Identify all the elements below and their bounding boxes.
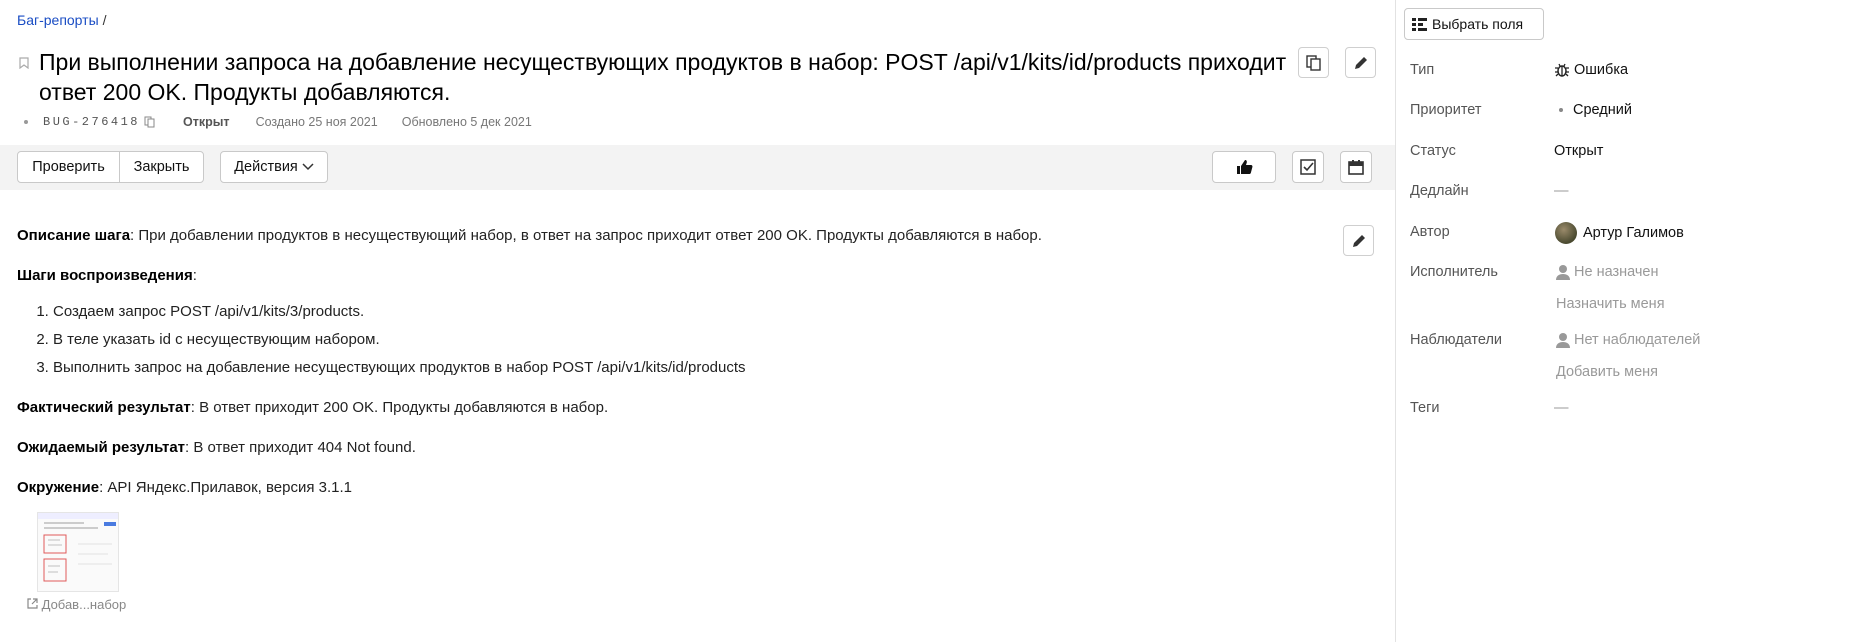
chevron-down-icon [302,163,314,171]
user-icon [1556,265,1570,280]
watchers-value[interactable]: Нет наблюдателей [1556,332,1700,348]
list-item: Выполнить запрос на добавление несуществ… [53,358,1347,378]
actual-text: : В ответ приходит 200 OK. Продукты доба… [190,399,609,416]
list-item: В теле указать id с несуществующим набор… [53,330,1347,350]
copy-key-icon[interactable] [144,116,155,128]
tags-label: Теги [1410,400,1440,416]
assignee-label: Исполнитель [1410,264,1498,280]
issue-meta: BUG-276418 Открыт Создано 25 ноя 2021 Об… [24,115,532,129]
type-text: Ошибка [1574,62,1629,78]
repro-steps: Создаем запрос POST /api/v1/kits/3/produ… [37,302,1347,378]
step-label: Описание шага [17,227,131,244]
external-link-icon [27,598,38,609]
repro-label: Шаги воспроизведения [17,267,193,284]
issue-main: Баг-репорты / При выполнении запроса на д… [0,0,1395,642]
step-description: Описание шага: При добавлении продуктов … [17,226,1347,246]
env-text: : API Яндекс.Прилавок, версия 3.1.1 [99,479,353,496]
checkbox-icon [1300,159,1316,175]
calendar-button[interactable] [1340,151,1372,183]
actual-result: Фактический результат: В ответ приходит … [17,398,1347,418]
repro-heading: Шаги воспроизведения: [17,266,1347,286]
breadcrumb-separator: / [102,12,107,28]
status-label: Статус [1410,143,1456,159]
pencil-icon [1352,234,1365,247]
copy-link-button[interactable] [1298,47,1329,78]
priority-text: Средний [1573,102,1632,118]
priority-dot-icon [1559,108,1563,112]
updated-date: Обновлено 5 дек 2021 [401,115,532,129]
fields-icon [1412,17,1427,31]
author-label: Автор [1410,224,1450,240]
like-button[interactable] [1212,151,1276,183]
priority-value[interactable]: Средний [1554,102,1632,118]
type-label: Тип [1410,62,1435,78]
author-value[interactable]: Артур Галимов [1555,222,1684,244]
actual-label: Фактический результат [17,399,191,416]
assignee-text: Не назначен [1574,264,1659,280]
close-button[interactable]: Закрыть [119,151,204,183]
breadcrumb: Баг-репорты / [17,12,107,28]
step-text: : При добавлении продуктов в несуществую… [130,227,1042,244]
priority-label: Приоритет [1410,102,1482,118]
meta-dot [24,120,28,124]
checklist-button[interactable] [1292,151,1324,183]
actions-label: Действия [234,159,298,175]
issue-key: BUG-276418 [43,115,141,129]
action-toolbar: Проверить Закрыть Действия [0,145,1395,190]
copy-icon [1306,54,1321,71]
created-date: Создано 25 ноя 2021 [255,115,378,129]
type-value[interactable]: Ошибка [1554,62,1628,78]
bookmark-icon[interactable] [19,57,29,69]
tags-value[interactable]: — [1554,400,1569,416]
deadline-label: Дедлайн [1410,183,1469,199]
edit-title-button[interactable] [1345,47,1376,78]
attachment-thumbnail[interactable] [37,512,119,592]
env-label: Окружение [17,479,100,496]
choose-fields-button[interactable]: Выбрать поля [1404,8,1544,40]
pencil-icon [1354,56,1367,69]
deadline-value[interactable]: — [1554,183,1569,199]
page-title: При выполнении запроса на добавление нес… [39,49,1287,105]
repro-suffix: : [192,267,197,284]
actions-dropdown[interactable]: Действия [220,151,328,183]
list-item: Создаем запрос POST /api/v1/kits/3/produ… [53,302,1347,322]
avatar [1555,222,1577,244]
check-button[interactable]: Проверить [17,151,120,183]
status-value[interactable]: Открыт [1554,143,1603,159]
watchers-text: Нет наблюдателей [1574,332,1701,348]
description: Описание шага: При добавлении продуктов … [17,226,1347,518]
calendar-icon [1348,160,1364,175]
watchers-label: Наблюдатели [1410,332,1503,348]
expected-label: Ожидаемый результат [17,439,186,456]
choose-fields-label: Выбрать поля [1432,16,1524,32]
sidebar: Выбрать поля Тип Ошибка Приоритет Средни… [1396,0,1871,642]
screenshot-preview [38,513,118,582]
edit-description-button[interactable] [1343,225,1374,256]
assignee-value[interactable]: Не назначен [1556,264,1659,280]
expected-result: Ожидаемый результат: В ответ приходит 40… [17,438,1347,458]
bug-icon [1555,63,1569,77]
user-icon [1556,333,1570,348]
attachment-caption[interactable]: Добав...набор [27,597,131,612]
expected-text: : В ответ приходит 404 Not found. [185,439,416,456]
environment: Окружение: API Яндекс.Прилавок, версия 3… [17,478,1347,498]
status-badge: Открыт [183,115,230,129]
thumbs-up-icon [1236,160,1252,174]
attachment-name: Добав...набор [41,597,127,612]
breadcrumb-link[interactable]: Баг-репорты [17,12,99,28]
author-name: Артур Галимов [1583,225,1684,241]
assign-me-link[interactable]: Назначить меня [1556,296,1665,312]
add-me-link[interactable]: Добавить меня [1556,364,1658,380]
